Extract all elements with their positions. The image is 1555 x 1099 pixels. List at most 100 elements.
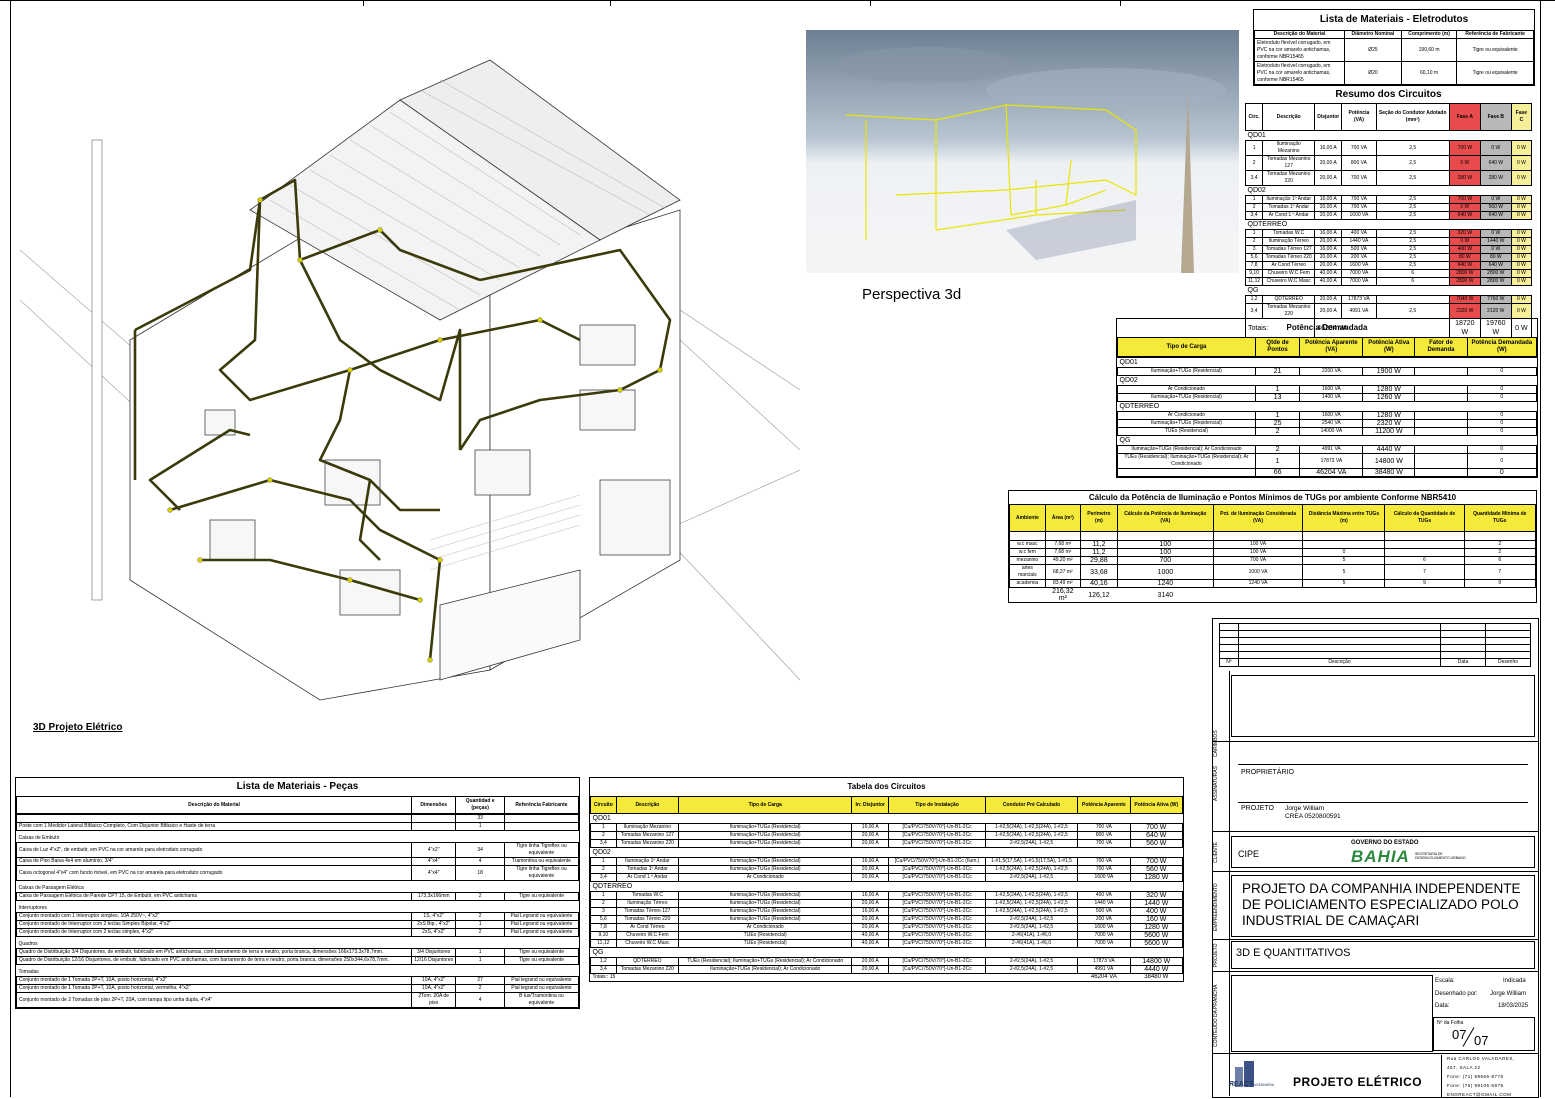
table-row: 1,2 QDTERREO 20,00 A 17873 VA 7040 W 7760 W0 … [1244,295,1533,304]
table-cell: 7,8 [590,923,617,932]
table-cell: Tomadas Mezanino 220 [615,839,680,848]
table-cell: Ø20 [1344,61,1402,85]
firm-address: Rua CARLOS VALADARES, 457, SALA 22 Fone:… [1447,1054,1515,1099]
column-header: Tipo de Carga [1117,337,1256,357]
table-cell: 7760 W [1479,295,1512,304]
table-cell: Quadro de Distribuição 3/4 Disjuntores, … [16,948,412,957]
table-row: Iluminação+TUGs (Residencial) 13 1400 VA 12… [1117,393,1538,402]
table-row: 3,4 Ar Cond 1 º Andar Ar Condicionado 20,00… [590,873,1184,882]
column-header: Referência Fabricante [503,796,580,814]
table-cell [1116,531,1214,541]
table-cell: 16,00 A [1314,229,1343,238]
table-row: Conjunto montado de 1 Tomada 2P+T, 10A, … [16,976,580,985]
tb-hline [1213,971,1538,972]
table-cell: 1440 VA [1341,237,1377,246]
totals-cell: 216,32 m² [1052,588,1074,602]
table-cell [1009,531,1046,541]
table-row: Caixa de Passagem Elétrica de Parede CPT… [16,892,580,901]
column-header: Quantidade Mínima de TUGs [1463,504,1537,532]
table-cell: 700 W [1129,857,1184,866]
building-3d-drawing [20,59,800,701]
table-cell: 160 W [1129,915,1184,924]
perspective-caption: Perspectiva 3d [862,286,962,303]
column-header: Descrição do Material [1254,30,1345,39]
table-cell: mezanino [1009,556,1046,565]
table-cell: 7000 VA [1341,269,1377,278]
table-cell: 7040 W [1448,295,1481,304]
table-cell [1302,540,1386,549]
group-row: QD01 [591,814,1183,824]
table-cell: 11,2 [1079,540,1118,549]
table-cell [1414,411,1468,420]
section-label: Quadros [18,941,38,947]
table-cell: 0 W [1510,303,1533,319]
table-cell: 0 W [1510,253,1533,262]
resumo-table: Circ. Descrição Disjuntor Potência (VA) Seçã… [1244,103,1533,338]
table-cell: Caixa octogonal 4"x4" com fundo móvel, e… [16,865,412,881]
engineer-crea: CREA 0520800591 [1285,813,1341,820]
table-row: w.c masc 7,68 m² 11,2 100 100 VA 2 [1009,540,1537,549]
table-row: Quadro de Distribuição 3/4 Disjuntores, … [16,948,580,957]
calculo-table: Ambiente Área (m²) Perímetro (m) Cálculo da… [1009,504,1537,603]
column-header: Perímetro (m) [1079,504,1118,532]
table-cell: 4991 VA [1077,965,1131,974]
table-cell: Chuveiro W.C Masc [615,939,680,948]
circuitos-table: Circuito Descrição Tipo de Carga In: Disjun… [590,796,1184,981]
table-cell [1414,453,1468,469]
table-cell: Pial Legrand ou equivalente [503,928,580,937]
totals-cell: 3140 [1157,591,1174,599]
rev-header-draw: Desenho [1485,658,1531,667]
table-cell: 2800 W [1448,269,1481,278]
table-cell: 7000 VA [1077,931,1131,940]
totals-cell [1010,588,1046,603]
sheet-tick [363,0,364,6]
data-label: Data: [1435,1003,1450,1009]
table-cell: TUEs (Residencial) [678,931,853,940]
table-cell: 4"x4" [410,865,457,881]
table-cell: Tomadas 1º Andar [1262,203,1316,212]
totals-cell [1414,468,1468,477]
table-cell: 11,12 [590,939,617,948]
table-cell: Tomadas Mezanino 127 [1262,155,1316,171]
table-cell: 5 [1302,579,1386,588]
table-cell: 700 W [1448,140,1481,156]
table-cell: 16,00 A [851,907,890,916]
column-header: Fator de Demanda [1414,337,1468,357]
table-cell: 16,00 A [851,823,890,832]
table-cell: QDTERREO [1262,295,1316,304]
table-cell: 7000 VA [1077,939,1131,948]
column-header: Diâmetro Nominal [1344,30,1402,39]
table-cell: 0 W [1479,140,1512,156]
table-cell: 2,5 [1375,140,1450,156]
escala-label: Escala: [1435,978,1455,984]
table-cell: 2-#2,5(24A), 1-#2,5 [984,873,1079,882]
table-cell: 3 [1244,245,1264,254]
column-header: Dimensões [410,796,457,814]
table-cell: 2 [1254,427,1301,436]
table-cell: Iluminação+TUGs (Residencial) [678,891,853,900]
table-cell [1414,385,1468,394]
table-cell: Iluminação+TUGs (Residencial); Ar Condic… [1117,445,1256,454]
conteudo-box [1231,975,1433,1052]
table-cell: [Cu/PVC/750V/70°]-Un-B1-2Cc [888,899,986,908]
column-header: Potência Demandada (W) [1466,337,1538,357]
table-cell: 2800 W [1479,269,1512,278]
section-row: Tomadas [17,965,579,977]
table-cell: 2120 W [1479,303,1512,319]
column-header: Circ. [1244,103,1264,131]
column-header: Tipo de Instalação [888,796,986,814]
table-cell: 1440 VA [1077,899,1131,908]
table-cell [1044,531,1081,541]
table-row: Iluminação+TUGs (Residencial); Ar Condic… [1117,445,1538,454]
column-header: Fase A [1448,103,1481,131]
gov-line2: SECRETARIA DE DESENVOLVIMENTO URBANO [1415,852,1466,860]
table-cell: 700 VA [1341,203,1377,212]
table-cell: Tomadas Térreo 127 [615,907,680,916]
section-row: Caixas de Embutir [17,831,579,843]
table-cell: Pial legrand ou equivalente [503,976,580,985]
table-row: 2 Tomadas Mezanino 127 Iluminação+TUGs (Re… [590,831,1184,840]
table-cell: 0 W [1510,277,1533,286]
side-label-assinaturas: ASSINATURAS [1213,766,1219,802]
table-cell: Tomadas Mezanino 220 [1262,303,1316,319]
table-cell: 2 [455,892,505,901]
